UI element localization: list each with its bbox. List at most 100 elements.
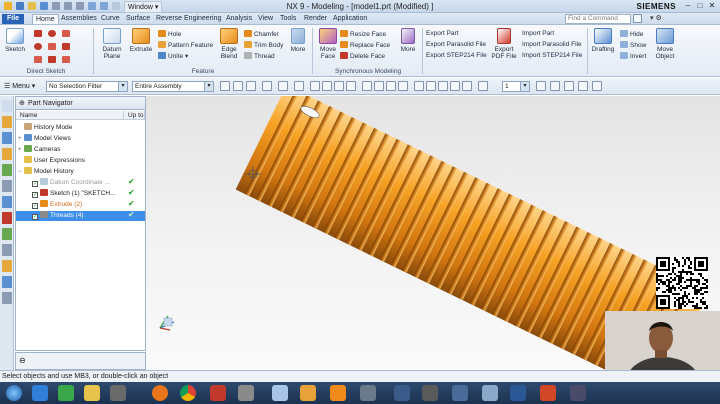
export-pdf-button[interactable]: Export PDF File	[490, 28, 518, 60]
ribbon-options-icon[interactable]: ▾ ⚙	[650, 14, 662, 22]
tab-surface[interactable]: Surface	[123, 14, 153, 24]
line-tool[interactable]	[34, 30, 44, 38]
process-studio-icon[interactable]	[2, 244, 12, 256]
snap-icon[interactable]	[374, 81, 384, 91]
minimize-button[interactable]: –	[682, 1, 694, 11]
snap-icon[interactable]	[310, 81, 320, 91]
sketch-button[interactable]: Sketch	[2, 28, 28, 53]
import-part-command[interactable]: Import Part	[522, 30, 554, 37]
tab-home[interactable]: Home	[32, 14, 59, 24]
chamfer-command[interactable]: Chamfer	[244, 30, 279, 38]
app-icon[interactable]	[238, 385, 254, 401]
view-icon[interactable]	[564, 81, 574, 91]
import-parasolid-command[interactable]: Import Parasolid File	[522, 41, 582, 48]
tab-file[interactable]: File	[2, 14, 24, 24]
system-scenes-icon[interactable]	[2, 292, 12, 304]
selection-filter-dropdown[interactable]: No Selection Filter ▾	[46, 81, 128, 92]
tree-node-history-mode[interactable]: History Mode	[18, 123, 72, 133]
snap-icon[interactable]	[278, 81, 288, 91]
app-icon[interactable]	[360, 385, 376, 401]
checkbox-icon[interactable]: ✓	[32, 181, 38, 187]
manufacturing-wizards-icon[interactable]	[2, 260, 12, 272]
start-button-icon[interactable]	[6, 385, 22, 401]
view-icon[interactable]	[578, 81, 588, 91]
checkbox-icon[interactable]: ✓	[32, 214, 38, 220]
checkbox-icon[interactable]: ✓	[32, 203, 38, 209]
tree-node-extrude[interactable]: ✓ Extrude (2)	[32, 200, 82, 210]
delete-face-command[interactable]: Delete Face	[340, 52, 385, 60]
app-icon[interactable]	[452, 385, 468, 401]
tree-node-sketch[interactable]: ✓ Sketch (1) "SKETCH...	[32, 189, 116, 199]
export-step-command[interactable]: Export STEP214 File	[426, 52, 487, 59]
export-part-command[interactable]: Export Part	[426, 30, 459, 37]
tree-node-model-views[interactable]: + Model Views	[18, 134, 71, 144]
tab-analysis[interactable]: Analysis	[223, 14, 255, 24]
snap-icon[interactable]	[398, 81, 408, 91]
snap-icon[interactable]	[346, 81, 356, 91]
hole-command[interactable]: Hole	[158, 30, 181, 38]
edge-blend-button[interactable]: Edge Blend	[216, 28, 242, 60]
circle-tool[interactable]	[34, 43, 44, 51]
unite-command[interactable]: Unite ▾	[158, 52, 188, 60]
snap-icon[interactable]	[462, 81, 472, 91]
show-command[interactable]: Show	[620, 41, 646, 49]
history-icon[interactable]	[2, 212, 12, 224]
view-icon[interactable]	[592, 81, 602, 91]
app-icon[interactable]	[422, 385, 438, 401]
snap-icon[interactable]	[322, 81, 332, 91]
column-name[interactable]: Name	[16, 111, 124, 120]
sync-more-button[interactable]: More	[396, 28, 420, 53]
powerpoint-icon[interactable]	[540, 385, 556, 401]
chrome-icon[interactable]	[180, 385, 196, 401]
datum-plane-button[interactable]: Datum Plane	[98, 28, 126, 60]
menu-button[interactable]: ☰ Menu ▾	[4, 82, 35, 90]
polygon-tool[interactable]	[48, 56, 58, 64]
snap-icon[interactable]	[233, 81, 243, 91]
count-dropdown[interactable]: 1 ▾	[502, 81, 530, 92]
tab-application[interactable]: Application	[330, 14, 370, 24]
snap-icon[interactable]	[220, 81, 230, 91]
assembly-navigator-icon[interactable]	[2, 116, 12, 128]
maximize-button[interactable]: □	[694, 1, 706, 11]
find-command-input[interactable]: Find a Command	[565, 14, 631, 24]
tree-node-user-expressions[interactable]: User Expressions	[18, 156, 85, 166]
ie-icon[interactable]	[32, 385, 48, 401]
snap-icon[interactable]	[334, 81, 344, 91]
reuse-library-icon[interactable]	[2, 164, 12, 176]
tab-assemblies[interactable]: Assemblies	[58, 14, 100, 24]
media-player-icon[interactable]	[110, 385, 126, 401]
import-step-command[interactable]: Import STEP214 File	[522, 52, 582, 59]
trim-body-command[interactable]: Trim Body	[244, 41, 283, 49]
tab-render[interactable]: Render	[301, 14, 330, 24]
arc-tool[interactable]	[48, 30, 58, 38]
solidworks-icon[interactable]	[210, 385, 226, 401]
snap-icon[interactable]	[386, 81, 396, 91]
close-button[interactable]: ✕	[706, 1, 718, 11]
app-icon[interactable]	[570, 385, 586, 401]
view-icon[interactable]	[536, 81, 546, 91]
checkbox-icon[interactable]: ✓	[32, 192, 38, 198]
snap-icon[interactable]	[478, 81, 488, 91]
scope-dropdown[interactable]: Entire Assembly ▾	[132, 81, 214, 92]
resize-face-command[interactable]: Resize Face	[340, 30, 386, 38]
feature-more-button[interactable]: More	[286, 28, 310, 53]
tab-curve[interactable]: Curve	[98, 14, 123, 24]
snap-icon[interactable]	[426, 81, 436, 91]
utorrent-icon[interactable]	[58, 385, 74, 401]
rectangle-tool[interactable]	[62, 30, 72, 38]
hd3d-tools-icon[interactable]	[2, 180, 12, 192]
file-explorer-icon[interactable]	[84, 385, 100, 401]
view-icon[interactable]	[550, 81, 560, 91]
export-parasolid-command[interactable]: Export Parasolid File	[426, 41, 486, 48]
word-icon[interactable]	[510, 385, 526, 401]
thread-command[interactable]: Thread	[244, 52, 275, 60]
app-icon[interactable]	[272, 385, 288, 401]
search-icon[interactable]	[633, 14, 642, 23]
tree-node-model-history[interactable]: − Model History	[18, 167, 74, 177]
drafting-button[interactable]: Drafting	[590, 28, 616, 53]
move-object-button[interactable]: Move Object	[652, 28, 678, 60]
snap-icon[interactable]	[246, 81, 256, 91]
invert-command[interactable]: Invert	[620, 52, 646, 60]
nx-icon[interactable]	[300, 385, 316, 401]
pin-icon[interactable]	[2, 100, 12, 112]
